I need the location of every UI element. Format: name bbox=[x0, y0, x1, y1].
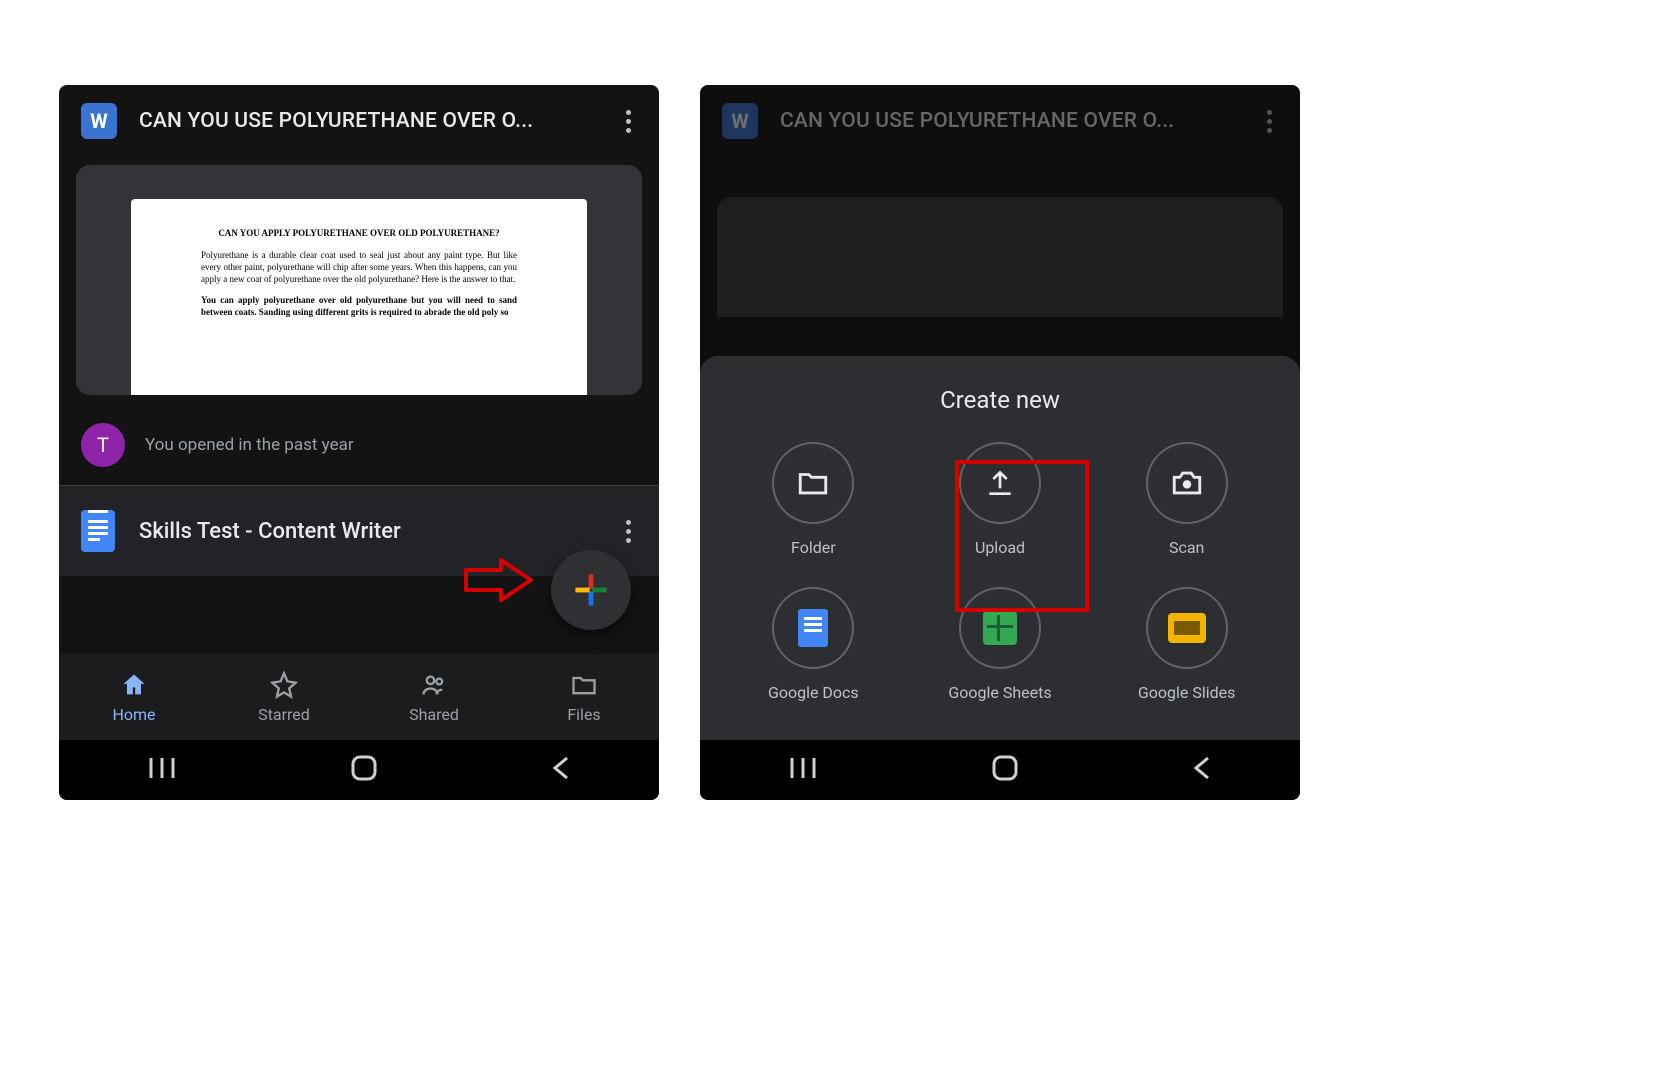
suggestion-reason-text: You opened in the past year bbox=[145, 435, 354, 455]
document-preview: CAN YOU APPLY POLYURETHANE OVER OLD POLY… bbox=[131, 199, 587, 395]
nav-label: Files bbox=[567, 705, 600, 724]
file-title: CAN YOU USE POLYURETHANE OVER O... bbox=[139, 109, 598, 133]
more-options-icon[interactable] bbox=[620, 514, 637, 549]
nav-label: Starred bbox=[258, 705, 310, 724]
create-label: Scan bbox=[1169, 538, 1204, 557]
home-button[interactable] bbox=[991, 754, 1019, 786]
recent-apps-button[interactable] bbox=[786, 756, 820, 784]
home-icon bbox=[120, 671, 148, 699]
google-docs-file-icon bbox=[81, 510, 115, 552]
file-title-2: Skills Test - Content Writer bbox=[139, 519, 596, 544]
nav-starred[interactable]: Starred bbox=[209, 654, 359, 740]
people-icon bbox=[420, 671, 448, 699]
create-label: Google Slides bbox=[1138, 683, 1236, 702]
create-upload[interactable]: Upload bbox=[907, 442, 1094, 557]
preview-paragraph: Polyurethane is a durable clear coat use… bbox=[201, 249, 517, 285]
android-system-nav bbox=[700, 740, 1300, 800]
suggestion-card[interactable]: CAN YOU APPLY POLYURETHANE OVER OLD POLY… bbox=[76, 165, 642, 395]
nav-files[interactable]: Files bbox=[509, 654, 659, 740]
create-google-slides[interactable]: Google Slides bbox=[1093, 587, 1280, 702]
folder-icon bbox=[570, 671, 598, 699]
nav-shared[interactable]: Shared bbox=[359, 654, 509, 740]
more-options-icon[interactable] bbox=[620, 104, 637, 139]
suggestion-reason-row: T You opened in the past year bbox=[59, 395, 659, 485]
create-google-docs[interactable]: Google Docs bbox=[720, 587, 907, 702]
word-file-icon: W bbox=[81, 103, 117, 139]
create-scan[interactable]: Scan bbox=[1093, 442, 1280, 557]
create-new-bottom-sheet: Create new Folder Upload Scan bbox=[700, 356, 1300, 740]
back-button[interactable] bbox=[549, 754, 573, 786]
google-slides-icon bbox=[1168, 613, 1206, 643]
star-icon bbox=[270, 671, 298, 699]
create-label: Upload bbox=[975, 538, 1025, 557]
avatar: T bbox=[81, 423, 125, 467]
phone-drive-home: W CAN YOU USE POLYURETHANE OVER O... CAN… bbox=[59, 85, 659, 800]
google-sheets-icon bbox=[983, 611, 1017, 645]
camera-icon bbox=[1169, 465, 1205, 501]
plus-icon bbox=[574, 573, 608, 607]
create-label: Folder bbox=[791, 538, 836, 557]
upload-icon bbox=[982, 465, 1018, 501]
nav-label: Home bbox=[112, 705, 155, 724]
file-header[interactable]: W CAN YOU USE POLYURETHANE OVER O... bbox=[59, 85, 659, 157]
recent-apps-button[interactable] bbox=[145, 756, 179, 784]
create-label: Google Docs bbox=[768, 683, 859, 702]
create-folder[interactable]: Folder bbox=[720, 442, 907, 557]
preview-heading: CAN YOU APPLY POLYURETHANE OVER OLD POLY… bbox=[201, 227, 517, 239]
bottom-nav: Home Starred Shared Files bbox=[59, 654, 659, 740]
create-google-sheets[interactable]: Google Sheets bbox=[907, 587, 1094, 702]
phone-create-new-sheet: W CAN YOU USE POLYURETHANE OVER O... Cre… bbox=[700, 85, 1300, 800]
nav-label: Shared bbox=[409, 705, 459, 724]
nav-home[interactable]: Home bbox=[59, 654, 209, 740]
home-button[interactable] bbox=[350, 754, 378, 786]
create-new-fab[interactable] bbox=[551, 550, 631, 630]
sheet-title: Create new bbox=[720, 386, 1280, 414]
android-system-nav bbox=[59, 740, 659, 800]
google-docs-icon bbox=[798, 609, 828, 647]
folder-icon bbox=[795, 465, 831, 501]
preview-paragraph-bold: You can apply polyurethane over old poly… bbox=[201, 294, 517, 318]
back-button[interactable] bbox=[1190, 754, 1214, 786]
create-label: Google Sheets bbox=[948, 683, 1051, 702]
